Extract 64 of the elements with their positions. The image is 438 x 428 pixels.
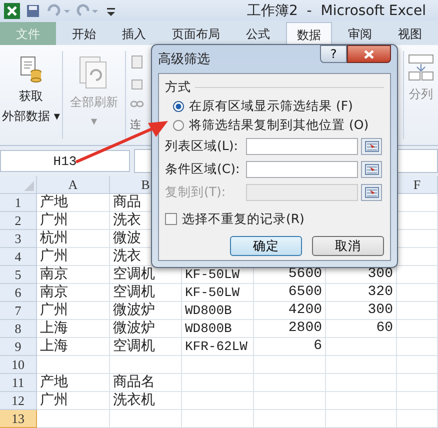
row-header[interactable]: 6 — [0, 284, 37, 302]
help-button[interactable]: ? — [320, 45, 347, 63]
field-label: 条件区域(C): — [165, 161, 241, 178]
table-cell: 6500 — [254, 284, 326, 302]
group-label: 连 — [130, 117, 142, 132]
checkbox-label: 选择不重复的记录(R) — [182, 210, 304, 228]
group-label: 方式 — [165, 78, 191, 96]
table-cell: 南京 — [37, 284, 110, 302]
row-header[interactable]: 2 — [0, 212, 37, 230]
table-cell: 60 — [326, 320, 397, 338]
row-header[interactable]: 11 — [0, 374, 37, 392]
field-label: 列表区域(L): — [165, 138, 239, 155]
ok-button[interactable]: 确定 — [230, 236, 302, 256]
table-cell: 上海 — [37, 320, 110, 338]
table-cell: 商品名 — [110, 374, 182, 392]
table-cell: 320 — [326, 284, 397, 302]
row-header[interactable]: 10 — [0, 356, 37, 374]
get-external-data-button[interactable]: 获取 外部数据 ▾ — [0, 49, 62, 141]
table-cell: 广州 — [37, 248, 110, 266]
row-header[interactable]: 1 — [0, 194, 37, 212]
table-cell: 6 — [254, 338, 326, 356]
table-cell: 4200 — [254, 302, 326, 320]
table-cell: KF-50LW — [182, 284, 254, 302]
table-cell: 广州 — [37, 392, 110, 410]
table-cell: 广州 — [37, 302, 110, 320]
table-cell: 微波炉 — [110, 302, 182, 320]
table-cell: 空调机 — [110, 338, 182, 356]
column-header[interactable]: F — [397, 176, 438, 194]
ribbon-tab[interactable]: 插入 — [112, 22, 156, 46]
row-header[interactable]: 9 — [0, 338, 37, 356]
row-header[interactable]: 4 — [0, 248, 37, 266]
ribbon-tab[interactable]: 数据 — [286, 22, 332, 46]
column-header[interactable]: A — [37, 176, 110, 194]
option-label: 在原有区域显示筛选结果 (F) — [189, 98, 353, 114]
option-label: 将筛选结果复制到其他位置 (O) — [189, 116, 369, 134]
row-header[interactable]: 13 — [0, 410, 37, 428]
row-header[interactable]: 8 — [0, 320, 37, 338]
dialog-title: 高级筛选 — [158, 51, 210, 68]
table-cell: 杭州 — [37, 230, 110, 248]
table-cell: 广州 — [37, 212, 110, 230]
ribbon-tab[interactable]: 公式 — [236, 22, 280, 46]
table-cell: 上海 — [37, 338, 110, 356]
table-cell: 微波炉 — [110, 320, 182, 338]
table-cell: 南京 — [37, 266, 110, 284]
ribbon-tab[interactable]: 视图 — [388, 22, 432, 46]
ribbon-tab[interactable]: 页面布局 — [162, 22, 230, 46]
table-cell: 空调机 — [110, 284, 182, 302]
row-header[interactable]: 7 — [0, 302, 37, 320]
table-cell: KFR-62LW — [182, 338, 254, 356]
ribbon-tab[interactable]: 审阅 — [338, 22, 382, 46]
table-cell: WD800B — [182, 320, 254, 338]
table-cell: 2800 — [254, 320, 326, 338]
cancel-button[interactable]: 取消 — [312, 236, 384, 256]
table-cell: 洗衣机 — [110, 392, 182, 410]
name-box[interactable]: H13 — [0, 150, 130, 172]
row-header[interactable]: 12 — [0, 392, 37, 410]
table-cell: 产地 — [37, 374, 110, 392]
window-title: 工作簿2 - Microsoft Excel — [246, 2, 426, 20]
row-header[interactable]: 3 — [0, 230, 37, 248]
table-cell: WD800B — [182, 302, 254, 320]
ribbon-tab[interactable]: 开始 — [62, 22, 106, 46]
row-header[interactable]: 5 — [0, 266, 37, 284]
table-cell: 300 — [326, 302, 397, 320]
table-cell: 产地 — [37, 194, 110, 212]
